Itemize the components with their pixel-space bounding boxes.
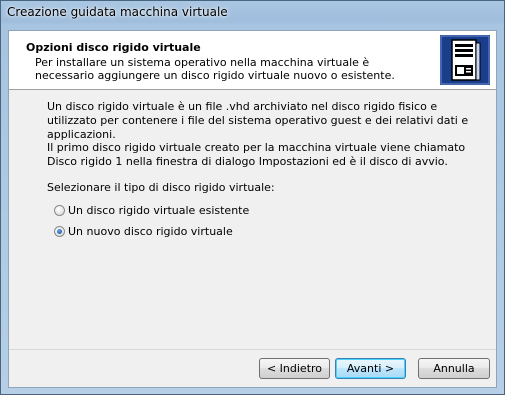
window-title: Creazione guidata macchina virtuale [7, 5, 228, 19]
back-button[interactable]: < Indietro [259, 358, 330, 379]
cancel-button[interactable]: Annulla [418, 358, 490, 379]
disk-type-prompt: Selezionare il tipo di disco rigido virt… [47, 181, 275, 194]
description-paragraph-1: Un disco rigido virtuale è un file .vhd … [47, 100, 469, 141]
radio-button[interactable] [54, 204, 65, 216]
page-subtitle: Per installare un sistema operativo nell… [35, 56, 395, 82]
title-bar[interactable]: Creazione guidata macchina virtuale [1, 1, 504, 25]
wizard-header: Opzioni disco rigido virtuale Per instal… [9, 31, 496, 90]
next-button[interactable]: Avanti > [335, 358, 406, 379]
radio-button-selected[interactable] [54, 225, 65, 237]
wizard-window: Creazione guidata macchina virtuale Opzi… [0, 0, 505, 395]
footer-divider [9, 349, 496, 350]
wizard-client-area: Opzioni disco rigido virtuale Per instal… [8, 30, 497, 388]
page-title: Opzioni disco rigido virtuale [26, 41, 201, 54]
option-existing-disk[interactable]: Un disco rigido virtuale esistente [54, 202, 249, 218]
server-tower-icon [440, 35, 490, 85]
option-new-disk[interactable]: Un nuovo disco rigido virtuale [54, 223, 233, 239]
option-label: Un nuovo disco rigido virtuale [68, 224, 233, 238]
description-paragraph-2: Il primo disco rigido virtuale creato pe… [47, 141, 466, 168]
option-label: Un disco rigido virtuale esistente [68, 203, 250, 217]
